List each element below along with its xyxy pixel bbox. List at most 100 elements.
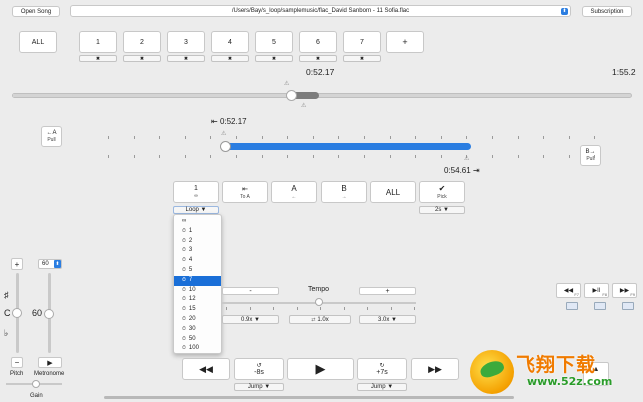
to-a-button[interactable]: ⇤ To A bbox=[222, 181, 268, 203]
metronome-play-button[interactable]: ▶ bbox=[38, 357, 62, 368]
tempo-slider-knob[interactable] bbox=[315, 298, 323, 306]
tempo-tick bbox=[414, 307, 415, 310]
delete-marker-6-icon[interactable]: ✖ bbox=[299, 55, 337, 62]
main-progress-knob[interactable] bbox=[286, 90, 297, 101]
skip-forward-button[interactable]: ↻ +7s bbox=[357, 358, 407, 380]
add-marker-button[interactable]: + bbox=[386, 31, 424, 53]
horizontal-scrollbar[interactable] bbox=[104, 396, 514, 399]
delete-marker-7-icon[interactable]: ✖ bbox=[343, 55, 381, 62]
set-b-button[interactable]: B → bbox=[321, 181, 367, 203]
leaf-shape bbox=[478, 358, 506, 380]
loop-tick bbox=[210, 155, 212, 158]
tempo-minus-button[interactable]: - bbox=[222, 287, 279, 295]
select-arrow-icon: ⬍ bbox=[561, 8, 568, 15]
timer-icon: ⏱ bbox=[182, 266, 186, 273]
delete-marker-1-icon[interactable]: ✖ bbox=[79, 55, 117, 62]
rewind-button[interactable]: ◀◀ bbox=[182, 358, 230, 380]
loop-start-knob[interactable] bbox=[220, 141, 231, 152]
pitch-slider-knob[interactable] bbox=[12, 308, 22, 318]
loop-tick bbox=[236, 155, 237, 158]
loop-tick bbox=[312, 136, 314, 139]
main-progress-selection[interactable] bbox=[286, 90, 322, 101]
skip-back-button[interactable]: ↺ -8s bbox=[234, 358, 284, 380]
loop-menu-item-5[interactable]: ⏱ 5 bbox=[174, 266, 221, 276]
delete-marker-5-icon[interactable]: ✖ bbox=[255, 55, 293, 62]
gain-slider-knob[interactable] bbox=[32, 380, 40, 388]
a-pull-button[interactable]: ←A Pull bbox=[41, 126, 62, 147]
jump-forward-dropdown[interactable]: Jump ▼ bbox=[357, 383, 407, 391]
play-pause-small-button[interactable]: ▶II F8 bbox=[584, 283, 609, 298]
mini-toggle-1[interactable] bbox=[566, 302, 578, 310]
loop-menu-item-3[interactable]: ⏱ 3 bbox=[174, 246, 221, 256]
marker-slot-7[interactable]: 7 bbox=[343, 31, 381, 53]
delete-marker-4-icon[interactable]: ✖ bbox=[211, 55, 249, 62]
main-progress-fill bbox=[13, 94, 292, 97]
tempo-title: Tempo bbox=[308, 286, 330, 293]
loop-menu-item-100[interactable]: ⏱ 100 bbox=[174, 344, 221, 354]
rewind-icon: ◀◀ bbox=[563, 288, 574, 294]
marker-slot-2[interactable]: 2 bbox=[123, 31, 161, 53]
loop-tick bbox=[415, 136, 417, 139]
loop-menu-item-30[interactable]: ⏱ 30 bbox=[174, 325, 221, 335]
tempo-min-dropdown[interactable]: 0.9x ▼ bbox=[222, 315, 279, 324]
all-markers-button[interactable]: ALL bbox=[19, 31, 57, 53]
loop-menu-item-label: 5 bbox=[188, 266, 193, 273]
metronome-bpm-field[interactable]: 60 ⬍ bbox=[38, 259, 62, 269]
fast-forward-button[interactable]: ▶▶ bbox=[411, 358, 459, 380]
tempo-plus-button[interactable]: + bbox=[359, 287, 416, 295]
delete-marker-2-icon[interactable]: ✖ bbox=[123, 55, 161, 62]
mini-toggle-3[interactable] bbox=[622, 302, 634, 310]
loop-menu-item-10[interactable]: ⏱ 10 bbox=[174, 286, 221, 296]
loop-tick bbox=[389, 155, 391, 158]
loop-menu-item-1[interactable]: ⏱ 1 bbox=[174, 227, 221, 237]
jump-back-dropdown[interactable]: Jump ▼ bbox=[234, 383, 284, 391]
loop-all-button[interactable]: ALL bbox=[370, 181, 416, 203]
pick-button[interactable]: ✔ Pick bbox=[419, 181, 465, 203]
loop-range-bar[interactable] bbox=[224, 143, 471, 150]
tempo-tick bbox=[296, 307, 298, 310]
timer-icon: ⏱ bbox=[182, 345, 186, 352]
loop-menu-item-20[interactable]: ⏱ 20 bbox=[174, 315, 221, 325]
pitch-down-button[interactable]: − bbox=[11, 357, 23, 368]
tempo-current[interactable]: ⇄ 1.0x bbox=[289, 315, 351, 324]
loop-menu-item-2[interactable]: ⏱ 2 bbox=[174, 237, 221, 247]
loop-end-icon: ⇥ bbox=[472, 166, 480, 175]
rewind-small-button[interactable]: ◀◀ F7 bbox=[556, 283, 581, 298]
pitch-up-button[interactable]: + bbox=[11, 258, 23, 270]
marker-slot-4[interactable]: 4 bbox=[211, 31, 249, 53]
loop-dropdown[interactable]: Loop ▼ bbox=[173, 206, 219, 214]
fast-forward-icon: ▶▶ bbox=[619, 288, 630, 294]
loop-menu-item-7[interactable]: ⏱ 7 bbox=[174, 275, 221, 286]
main-progress-track[interactable] bbox=[12, 93, 632, 98]
loop-tick bbox=[517, 136, 519, 139]
marker-slot-3[interactable]: 3 bbox=[167, 31, 205, 53]
delete-marker-3-icon[interactable]: ✖ bbox=[167, 55, 205, 62]
metronome-value: 60 bbox=[32, 308, 43, 318]
loop-tick bbox=[517, 155, 519, 158]
watermark-url: www.52z.com bbox=[527, 375, 613, 388]
set-a-button[interactable]: A ← bbox=[271, 181, 317, 203]
left-arrow-icon: ← bbox=[291, 194, 297, 200]
marker-slot-5[interactable]: 5 bbox=[255, 31, 293, 53]
file-path-select[interactable]: /Users/Bay/s_loop/samplemusic/flac_David… bbox=[70, 5, 571, 17]
play-button[interactable]: ▶ bbox=[287, 358, 354, 380]
loop-menu-item-15[interactable]: ⏱ 15 bbox=[174, 305, 221, 315]
loop-menu-item-infinite[interactable]: ∞ bbox=[174, 217, 221, 227]
b-pull-button[interactable]: B→ Pull bbox=[580, 145, 601, 166]
loop-menu-item-4[interactable]: ⏱ 4 bbox=[174, 256, 221, 266]
stepper-icon[interactable]: ⬍ bbox=[54, 260, 61, 268]
loop-menu-item-12[interactable]: ⏱ 12 bbox=[174, 295, 221, 305]
pick-duration-dropdown[interactable]: 2s ▼ bbox=[419, 206, 465, 214]
subscription-button[interactable]: Subscription bbox=[582, 6, 632, 17]
f8-key-label: F8 bbox=[602, 292, 607, 297]
loop-count-button[interactable]: 1 ∞ bbox=[173, 181, 219, 203]
metronome-slider-knob[interactable] bbox=[44, 309, 54, 319]
mini-toggle-2[interactable] bbox=[594, 302, 606, 310]
tempo-max-dropdown[interactable]: 3.0x ▼ bbox=[359, 315, 416, 324]
loop-menu-item-50[interactable]: ⏱ 50 bbox=[174, 335, 221, 345]
marker-slot-1[interactable]: 1 bbox=[79, 31, 117, 53]
loop-menu-item-label: 4 bbox=[188, 257, 193, 264]
open-song-button[interactable]: Open Song bbox=[12, 6, 60, 17]
marker-slot-6[interactable]: 6 bbox=[299, 31, 337, 53]
fast-forward-small-button[interactable]: ▶▶ F9 bbox=[612, 283, 637, 298]
